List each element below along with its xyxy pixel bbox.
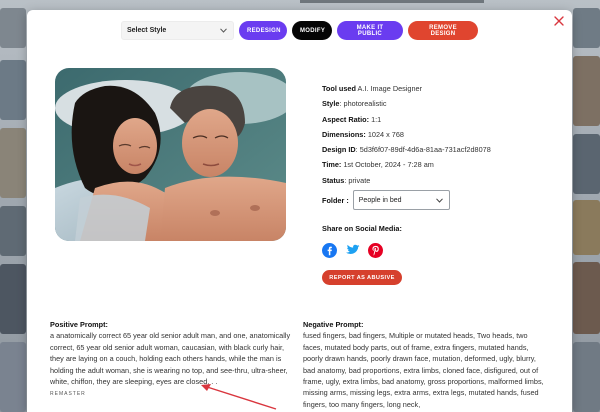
meta-dimensions: Dimensions: 1024 x 768 xyxy=(322,129,404,139)
make-public-button[interactable]: MAKE IT PUBLIC xyxy=(337,21,403,40)
folder-select-value: People in bed xyxy=(358,196,402,204)
background-tile xyxy=(0,206,26,256)
share-title: Share on Social Media: xyxy=(322,224,402,233)
chevron-down-icon xyxy=(220,28,227,33)
style-select[interactable]: Select Style xyxy=(121,21,234,40)
design-metadata: Tool used A.I. Image Designer Style: pho… xyxy=(322,81,491,211)
chevron-down-icon xyxy=(435,198,443,203)
design-image-illustration xyxy=(55,68,286,241)
facebook-share-button[interactable] xyxy=(322,243,337,258)
background-tile xyxy=(0,60,26,120)
report-abusive-button[interactable]: REPORT AS ABUSIVE xyxy=(322,270,402,285)
annotation-arrow xyxy=(201,384,277,410)
pinterest-icon xyxy=(368,243,383,258)
style-select-value: Select Style xyxy=(127,27,167,34)
generated-design-image[interactable] xyxy=(55,68,286,241)
background-tile xyxy=(573,200,600,255)
folder-select[interactable]: People in bed xyxy=(352,190,450,211)
meta-style: Style: photorealistic xyxy=(322,99,387,109)
background-tile xyxy=(573,56,600,126)
background-tile xyxy=(0,8,26,48)
meta-status: Status: private xyxy=(322,175,371,185)
social-share-icons xyxy=(322,243,391,258)
background-tile xyxy=(0,264,26,334)
background-tile xyxy=(573,8,600,48)
background-topbar xyxy=(300,0,484,3)
negative-prompt-section: Negative Prompt: fused fingers, bad fing… xyxy=(303,319,547,410)
meta-folder: Folder : People in bed xyxy=(322,190,491,211)
positive-prompt-title: Positive Prompt: xyxy=(50,320,108,329)
twitter-share-button[interactable] xyxy=(345,243,360,258)
twitter-icon xyxy=(345,244,360,254)
meta-time: Time: 1st October, 2024 - 7:28 am xyxy=(322,160,434,170)
background-tile xyxy=(573,342,600,412)
meta-tool-used: Tool used A.I. Image Designer xyxy=(322,84,423,93)
close-icon xyxy=(554,16,564,26)
background-tile xyxy=(573,134,600,194)
facebook-icon xyxy=(322,243,337,258)
positive-prompt-truncated-line: REMASTER xyxy=(50,391,86,397)
design-toolbar: Select Style REDESIGN MODIFY MAKE IT PUB… xyxy=(121,21,478,40)
background-tile xyxy=(0,342,26,412)
pinterest-share-button[interactable] xyxy=(368,243,383,258)
remove-design-button[interactable]: REMOVE DESIGN xyxy=(408,21,478,40)
close-modal-button[interactable] xyxy=(552,14,566,28)
design-detail-modal: Select Style REDESIGN MODIFY MAKE IT PUB… xyxy=(27,10,572,412)
negative-prompt-title: Negative Prompt: xyxy=(303,320,364,329)
meta-design-id: Design ID: 5d3f6f07-89df-4d6a-81aa-731ac… xyxy=(322,145,491,155)
background-tile xyxy=(573,262,600,334)
negative-prompt-text: fused fingers, bad fingers, Multiple or … xyxy=(303,331,544,409)
background-tile xyxy=(0,128,26,198)
meta-aspect-ratio: Aspect Ratio: 1:1 xyxy=(322,114,382,124)
modify-button[interactable]: MODIFY xyxy=(292,21,332,40)
redesign-button[interactable]: REDESIGN xyxy=(239,21,287,40)
